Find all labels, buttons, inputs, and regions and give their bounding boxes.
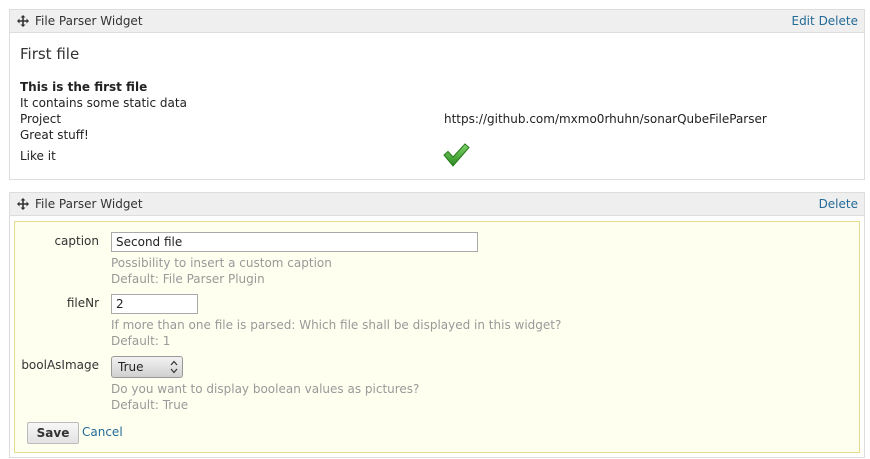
row-value-project: https://github.com/mxmo0rhuhn/sonarQubeF…: [444, 112, 767, 126]
save-button[interactable]: Save: [27, 422, 79, 444]
filenr-input[interactable]: [111, 294, 198, 314]
caption-help: Possibility to insert a custom caption: [111, 256, 332, 270]
widget-title: File Parser Widget: [35, 197, 143, 211]
boolasimage-selected-value: True: [118, 360, 144, 374]
row-label-great-stuff: Great stuff!: [20, 128, 89, 142]
file-parser-widget-2: File Parser Widget Delete caption Possib…: [9, 192, 865, 458]
caption-default: Default: File Parser Plugin: [111, 272, 265, 286]
file-parser-widget-1: File Parser Widget Edit Delete First fil…: [9, 9, 865, 180]
header-actions: Edit Delete: [791, 10, 858, 32]
select-arrows-icon: [170, 360, 178, 374]
widget-caption: First file: [20, 45, 80, 63]
boolasimage-help: Do you want to display boolean values as…: [111, 382, 420, 396]
filenr-default: Default: 1: [111, 334, 171, 348]
description-line: It contains some static data: [20, 96, 187, 110]
move-icon[interactable]: [17, 15, 29, 27]
widget-settings-form: caption Possibility to insert a custom c…: [14, 221, 860, 453]
header-actions: Delete: [819, 193, 858, 215]
delete-link[interactable]: Delete: [819, 197, 858, 211]
edit-link[interactable]: Edit: [791, 14, 814, 28]
boolasimage-default: Default: True: [111, 398, 189, 412]
boolasimage-select[interactable]: True: [111, 356, 183, 378]
boolasimage-label: boolAsImage: [21, 358, 99, 372]
filenr-label: fileNr: [66, 296, 99, 310]
move-icon[interactable]: [17, 198, 29, 210]
row-label-like-it: Like it: [20, 149, 56, 163]
row-label-project: Project: [20, 112, 62, 126]
widget-title: File Parser Widget: [35, 14, 143, 28]
green-checkmark-icon: [443, 143, 470, 167]
cancel-link[interactable]: Cancel: [82, 425, 123, 439]
filenr-help: If more than one file is parsed: Which f…: [111, 318, 562, 332]
caption-label: caption: [54, 234, 99, 248]
widget-header: File Parser Widget Delete: [10, 193, 864, 216]
description-title: This is the first file: [20, 80, 148, 94]
delete-link[interactable]: Delete: [819, 14, 858, 28]
caption-input[interactable]: [111, 232, 478, 252]
widget-header: File Parser Widget Edit Delete: [10, 10, 864, 33]
